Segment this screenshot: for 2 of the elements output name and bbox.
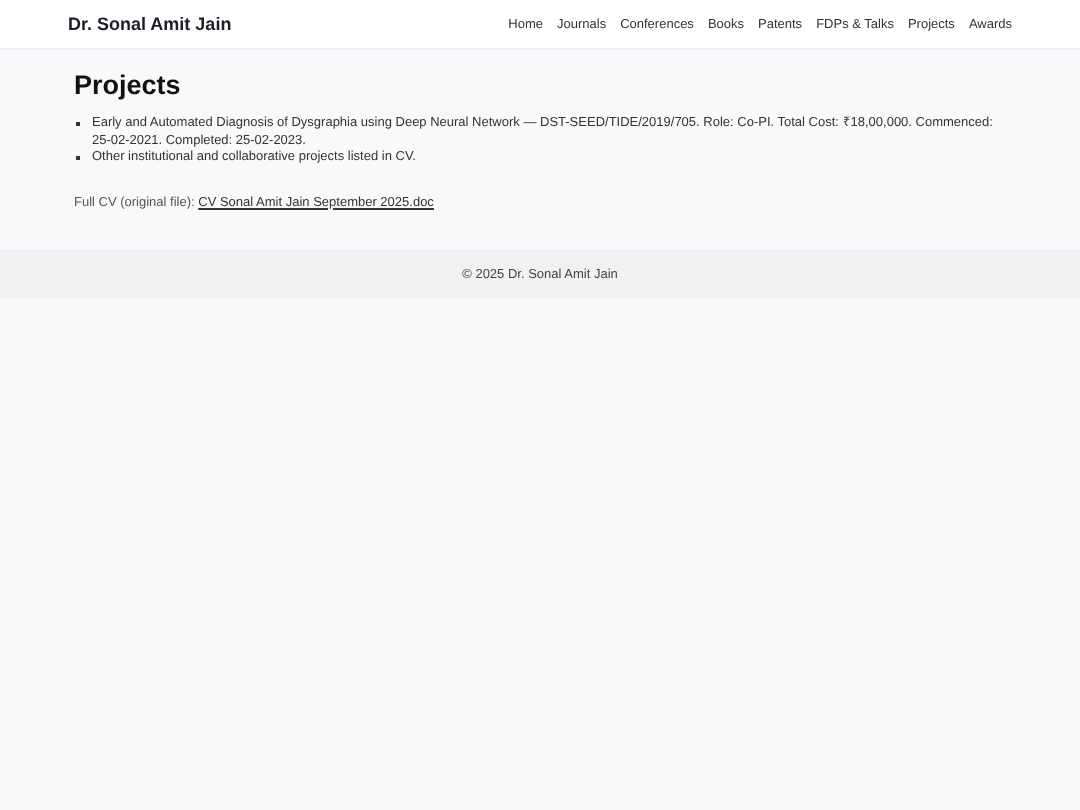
site-title[interactable]: Dr. Sonal Amit Jain bbox=[68, 14, 232, 34]
page-heading: Projects bbox=[74, 70, 183, 100]
